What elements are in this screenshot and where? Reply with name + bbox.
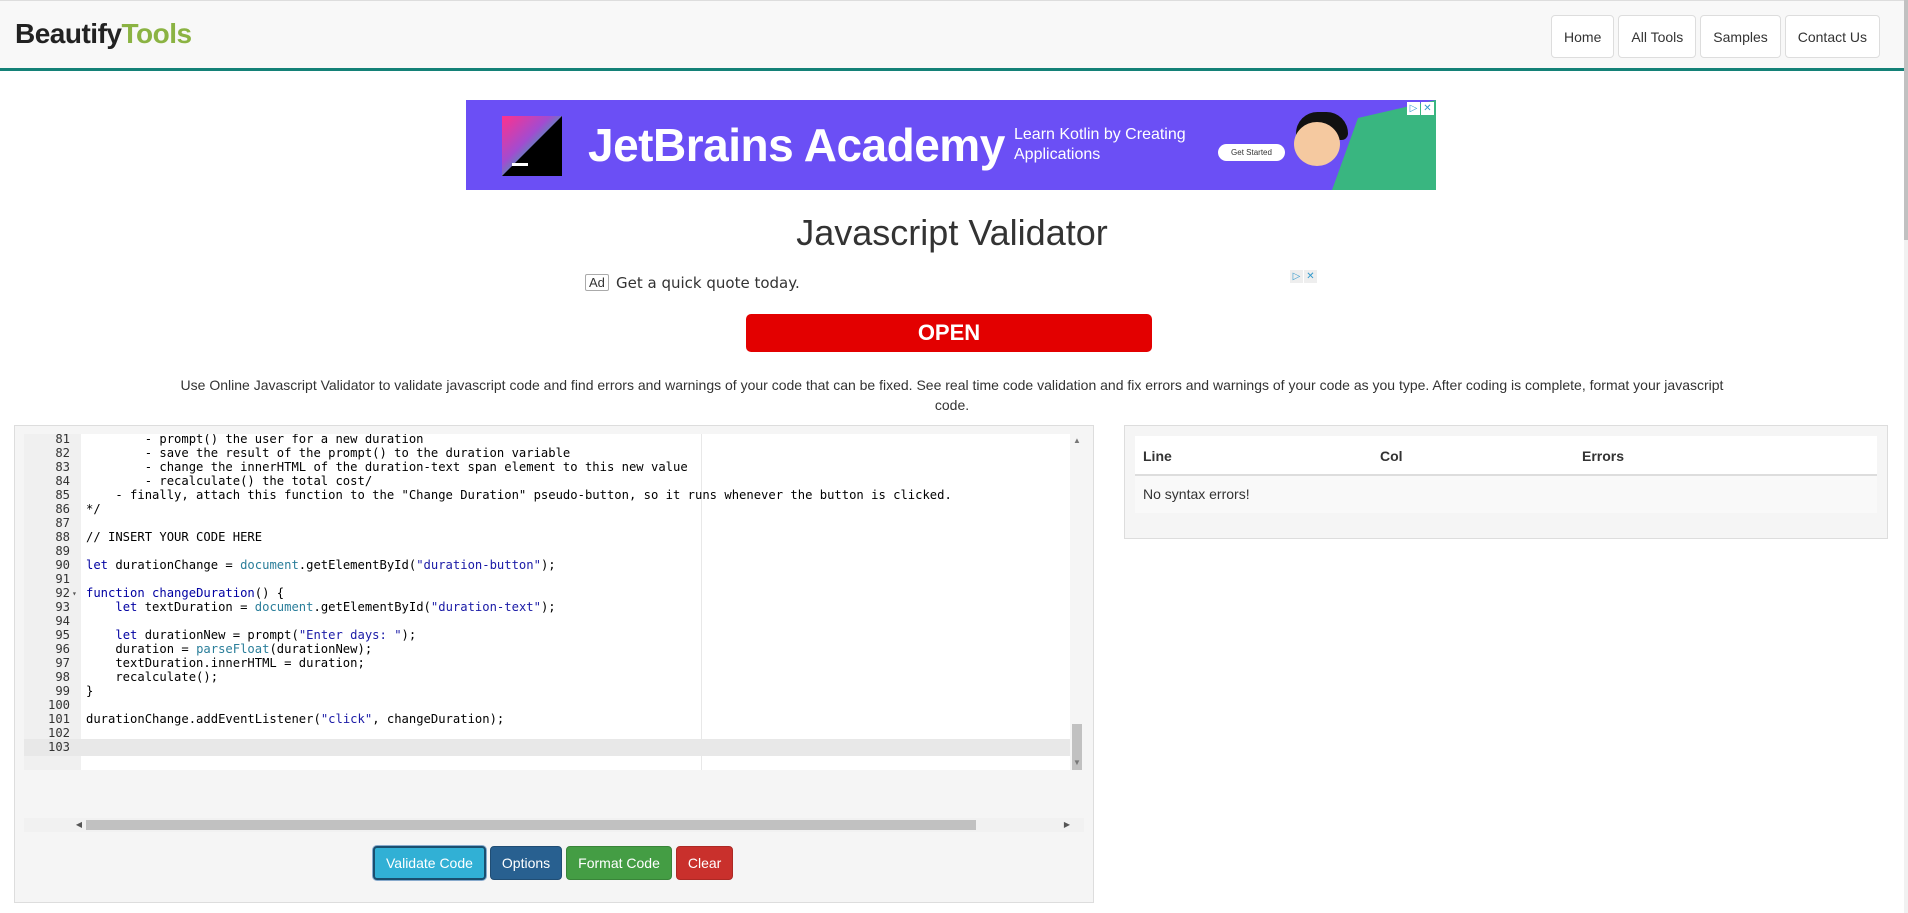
- page-scroll-thumb[interactable]: [1904, 0, 1908, 240]
- options-button[interactable]: Options: [489, 846, 563, 880]
- col-header-line: Line: [1143, 448, 1172, 464]
- adchoices-icon-2[interactable]: ▷ ✕: [1290, 270, 1317, 283]
- col-header-col: Col: [1380, 448, 1403, 464]
- code-editor[interactable]: 81 - prompt() the user for a new duratio…: [24, 434, 1084, 770]
- scroll-down-icon[interactable]: ▼: [1070, 756, 1084, 770]
- ad-label-badge: Ad: [585, 274, 609, 291]
- text-ad[interactable]: Ad Get a quick quote today. OPEN ▷ ✕: [585, 270, 1317, 358]
- nav-contact-us[interactable]: Contact Us: [1784, 15, 1880, 58]
- brand-part1: Beautify: [15, 18, 122, 49]
- scroll-right-icon[interactable]: ▶: [1060, 818, 1074, 832]
- banner-cta-button[interactable]: Get Started: [1218, 144, 1285, 161]
- scroll-up-icon[interactable]: ▲: [1070, 434, 1084, 448]
- editor-horizontal-scrollbar[interactable]: ◀ ▶: [24, 818, 1084, 832]
- brand-part2: Tools: [121, 18, 192, 49]
- jetbrains-ad-banner[interactable]: JetBrains Academy Learn Kotlin by Creati…: [466, 100, 1436, 190]
- adchoices-icon[interactable]: ▷ ✕: [1407, 102, 1434, 115]
- editor-actions: Validate Code Options Format Code Clear: [373, 846, 734, 880]
- brand-logo[interactable]: BeautifyTools: [15, 18, 192, 50]
- jetbrains-logo-icon: [502, 116, 562, 176]
- line-number: 103: [47, 740, 70, 754]
- table-row: No syntax errors!: [1135, 476, 1877, 513]
- validate-code-button[interactable]: Validate Code: [373, 846, 486, 880]
- nav-samples[interactable]: Samples: [1700, 15, 1781, 58]
- tool-description: Use Online Javascript Validator to valid…: [180, 377, 1724, 413]
- format-code-button[interactable]: Format Code: [566, 846, 672, 880]
- errors-panel: Line Col Errors No syntax errors!: [1124, 425, 1888, 539]
- col-header-errors: Errors: [1582, 448, 1625, 464]
- ad-close-icon[interactable]: ✕: [1304, 270, 1317, 283]
- ad-text: Get a quick quote today.: [616, 274, 800, 292]
- scroll-left-icon[interactable]: ◀: [72, 818, 86, 832]
- main-nav: Home All Tools Samples Contact Us: [1551, 15, 1880, 58]
- clear-button[interactable]: Clear: [675, 846, 734, 880]
- nav-all-tools[interactable]: All Tools: [1618, 15, 1697, 58]
- ad-open-button[interactable]: OPEN: [746, 314, 1152, 352]
- no-errors-message: No syntax errors!: [1143, 486, 1250, 502]
- horizontal-scroll-thumb[interactable]: [86, 820, 976, 830]
- navbar: BeautifyTools Home All Tools Samples Con…: [0, 0, 1904, 71]
- ad-info-icon[interactable]: ▷: [1290, 270, 1303, 283]
- editor-vertical-scrollbar[interactable]: ▲ ▼: [1070, 434, 1084, 770]
- page-title: Javascript Validator: [796, 212, 1108, 253]
- ad-close-icon[interactable]: ✕: [1421, 102, 1434, 115]
- editor-panel: 81 - prompt() the user for a new duratio…: [14, 425, 1094, 903]
- errors-table: Line Col Errors No syntax errors!: [1135, 436, 1877, 513]
- page-scrollbar[interactable]: [1904, 0, 1908, 913]
- ad-info-icon[interactable]: ▷: [1407, 102, 1420, 115]
- banner-subtitle: Learn Kotlin by Creating Applications: [1014, 126, 1186, 163]
- errors-table-header: Line Col Errors: [1135, 436, 1877, 476]
- banner-title: JetBrains Academy: [588, 119, 1005, 171]
- code-line[interactable]: 103: [24, 739, 1084, 756]
- nav-home[interactable]: Home: [1551, 15, 1615, 58]
